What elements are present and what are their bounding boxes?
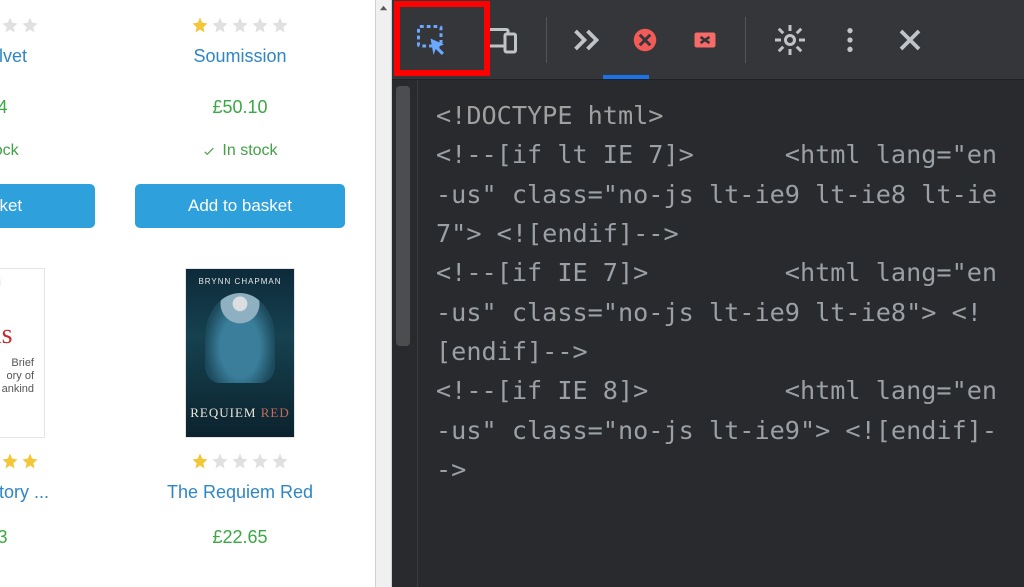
product-title-link[interactable]: he Velvet <box>0 46 27 67</box>
elements-source[interactable]: <!DOCTYPE html><!--[if lt IE 7]> <html l… <box>418 80 1024 587</box>
code-line: <!--[if IE 8]> <html lang="en-us" class=… <box>436 371 1006 489</box>
star-icon <box>231 16 249 34</box>
code-line: <!--[if IE 7]> <html lang="en-us" class=… <box>436 253 1006 371</box>
settings-button[interactable] <box>764 14 816 66</box>
more-tabs-button[interactable] <box>565 14 607 66</box>
close-devtools-button[interactable] <box>884 14 936 66</box>
cover-title: REQUIEM RED <box>186 405 294 421</box>
star-icon <box>231 452 249 470</box>
active-tab-indicator <box>603 75 649 79</box>
kebab-icon <box>834 22 866 58</box>
close-icon <box>892 22 928 58</box>
chevron-double-right-icon <box>568 22 604 58</box>
star-icon <box>211 16 229 34</box>
rating-stars <box>0 452 39 470</box>
stock-label: In stock <box>222 142 277 160</box>
star-icon <box>1 16 19 34</box>
cover-subtitle: Brief ory of ankind <box>0 357 40 397</box>
product-card: BRYNN CHAPMAN REQUIEM RED The Requiem Re… <box>130 268 350 548</box>
star-icon <box>21 452 39 470</box>
product-price: 4.23 <box>0 527 8 548</box>
star-icon <box>1 452 19 470</box>
cover-illustration <box>205 293 275 383</box>
product-price: £22.65 <box>212 527 267 548</box>
device-toolbar-button[interactable] <box>476 14 528 66</box>
star-icon <box>191 452 209 470</box>
device-icon <box>484 22 520 58</box>
star-icon <box>191 16 209 34</box>
star-icon <box>21 16 39 34</box>
product-card: l Noah arari iens Brief ory of ankind Br… <box>0 268 100 548</box>
code-line: <!DOCTYPE html> <box>436 96 1006 135</box>
star-icon <box>251 16 269 34</box>
cover-title: iens <box>0 319 13 351</box>
book-cover[interactable]: BRYNN CHAPMAN REQUIEM RED <box>185 268 295 438</box>
page-scrollbar[interactable] <box>375 0 392 587</box>
product-card: he Velvet 3.74 stock o basket <box>0 0 100 228</box>
rating-stars <box>191 452 289 470</box>
devtools-toolbar <box>392 0 1024 80</box>
toolbar-separator <box>745 17 746 63</box>
chevron-up-icon <box>379 4 388 13</box>
devtools-panel: <!DOCTYPE html><!--[if lt IE 7]> <html l… <box>392 0 1024 587</box>
star-icon <box>271 16 289 34</box>
product-price: 3.74 <box>0 97 8 118</box>
star-icon <box>211 452 229 470</box>
book-cover[interactable]: l Noah arari iens Brief ory of ankind <box>0 268 45 438</box>
check-icon <box>202 144 216 158</box>
add-to-basket-button[interactable]: o basket <box>0 184 95 228</box>
devtools-scrollbar[interactable] <box>392 80 418 587</box>
scroll-up-button[interactable] <box>376 0 391 17</box>
add-to-basket-button[interactable]: Add to basket <box>135 184 345 228</box>
product-title-link[interactable]: Brief History ... <box>0 482 49 503</box>
bookstore-page: he Velvet 3.74 stock o basket Soumission… <box>0 0 375 587</box>
product-title-link[interactable]: The Requiem Red <box>167 482 313 503</box>
cover-author: BRYNN CHAPMAN <box>198 277 281 286</box>
inspect-icon <box>414 22 450 58</box>
stock-status: stock <box>0 142 19 160</box>
rating-stars <box>0 16 39 34</box>
scrollbar-thumb[interactable] <box>396 86 410 346</box>
star-icon <box>251 452 269 470</box>
toolbar-separator <box>546 17 547 63</box>
star-icon <box>271 452 289 470</box>
error-circle-icon <box>627 22 663 58</box>
code-line: <!--[if lt IE 7]> <html lang="en-us" cla… <box>436 135 1006 253</box>
devtools-body: <!DOCTYPE html><!--[if lt IE 7]> <html l… <box>392 80 1024 587</box>
product-card: Soumission £50.10 In stock Add to basket <box>130 0 350 228</box>
gear-icon <box>772 22 808 58</box>
more-menu-button[interactable] <box>834 14 866 66</box>
inspect-element-button[interactable] <box>406 14 458 66</box>
issue-flag-icon <box>687 22 723 58</box>
stock-status: In stock <box>202 142 277 160</box>
stock-label: stock <box>0 142 19 160</box>
product-price: £50.10 <box>212 97 267 118</box>
error-badge[interactable] <box>625 14 665 66</box>
rating-stars <box>191 16 289 34</box>
issue-badge[interactable] <box>683 14 727 66</box>
cover-author: l Noah arari <box>0 273 5 289</box>
product-title-link[interactable]: Soumission <box>193 46 286 67</box>
